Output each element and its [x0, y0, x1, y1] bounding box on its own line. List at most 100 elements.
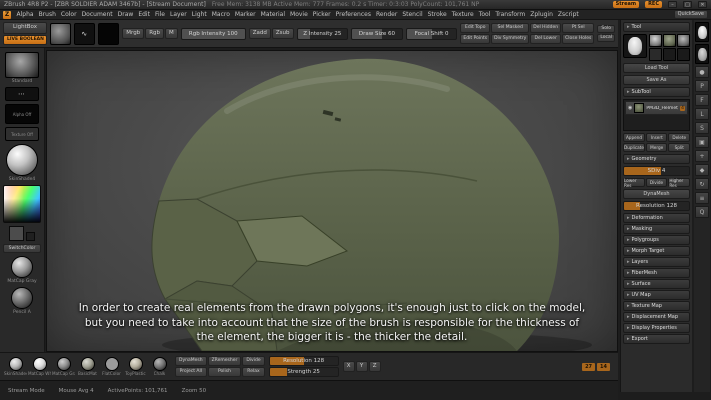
resolution-slider[interactable]: Resolution 128 [623, 201, 690, 211]
tool-palette-header[interactable]: Tool [623, 22, 690, 32]
geometry-button[interactable]: Divide [646, 178, 668, 187]
frame-icon[interactable]: ▣ [695, 136, 709, 148]
sdiv-slider[interactable]: SDiv 4 [623, 166, 690, 176]
collapsed-section-header[interactable]: Masking [623, 224, 690, 234]
paint-mode-button[interactable]: Rgb [145, 28, 164, 40]
geometry-shelf-button[interactable]: Edit Topo [460, 23, 490, 33]
move-doc-icon[interactable]: + [695, 150, 709, 162]
bottom-resolution-slider[interactable]: Resolution 128 [269, 356, 339, 366]
local-icon[interactable]: L [695, 108, 709, 120]
axis-toggle-button[interactable]: Z [369, 361, 381, 373]
recent-tool-thumbnail[interactable] [649, 34, 662, 47]
recent-tool-thumbnail[interactable] [663, 48, 676, 61]
menu-item[interactable]: Picker [310, 11, 333, 18]
switch-color-button[interactable]: SwitchColor [3, 244, 41, 253]
document-canvas[interactable]: In order to create real elements from th… [46, 50, 618, 352]
load-tool-button[interactable]: Load Tool [623, 63, 690, 73]
subtool-section-header[interactable]: SubTool [623, 87, 690, 97]
lsym-icon[interactable]: S [695, 122, 709, 134]
minimize-button[interactable]: – [668, 1, 677, 8]
primary-color-swatch[interactable] [9, 226, 24, 241]
color-picker[interactable] [3, 185, 41, 223]
geometry-shelf-button[interactable]: Edit Points [460, 34, 490, 44]
mesh-action-button[interactable]: Project All [175, 367, 207, 377]
close-button[interactable]: ✕ [698, 1, 707, 8]
tool-preview-thumbnail[interactable] [695, 22, 709, 42]
collapsed-section-header[interactable]: Export [623, 334, 690, 344]
collapsed-section-header[interactable]: Displacement Map [623, 312, 690, 322]
sculpt-mode-button[interactable]: Zsub [272, 28, 294, 40]
texture-picker-thumbnail[interactable]: Texture Off [5, 127, 39, 141]
visibility-eye-icon[interactable]: ◉ [628, 105, 632, 111]
mesh-action-button[interactable]: ZRemesher [208, 356, 242, 366]
view-toggle-button[interactable]: Local [597, 34, 615, 42]
recent-tool-thumbnail[interactable] [677, 48, 690, 61]
mesh-action-button[interactable]: Polish [208, 367, 242, 377]
subtool-action-button[interactable]: Append [623, 133, 645, 142]
dynamesh-button[interactable]: DynaMesh [623, 189, 690, 199]
menu-item[interactable]: Draw [115, 11, 136, 18]
brush-picker-thumbnail[interactable] [5, 52, 39, 78]
subtool-action-button[interactable]: Duplicate [623, 143, 645, 152]
view-toggle-button[interactable]: Solo [597, 25, 615, 33]
tool-preview-thumbnail[interactable] [695, 44, 709, 64]
current-brush-thumbnail[interactable] [50, 23, 71, 45]
geometry-shelf-button[interactable]: Pt Sel [562, 23, 594, 33]
scroll-doc-icon[interactable]: ≡ [695, 192, 709, 204]
subtool-action-button[interactable]: Split [668, 143, 690, 152]
material-quickpick[interactable]: MatCap White [28, 357, 51, 376]
geometry-section-header[interactable]: Geometry [623, 154, 690, 164]
menu-item[interactable]: Stencil [400, 11, 425, 18]
save-as-button[interactable]: Save As [623, 75, 690, 85]
draw-size-slider[interactable]: Draw Size 60 [351, 28, 403, 40]
bpr-render-icon[interactable]: ● [695, 66, 709, 78]
material-quickpick[interactable]: BasicMat [76, 357, 99, 376]
collapsed-section-header[interactable]: Deformation [623, 213, 690, 223]
menu-item[interactable]: Marker [232, 11, 258, 18]
geometry-shelf-button[interactable]: Del Lower [530, 34, 561, 44]
collapsed-section-header[interactable]: Layers [623, 257, 690, 267]
stroke-thumbnail[interactable]: ∿ [74, 23, 95, 45]
bottom-strength-slider[interactable]: Strength 25 [269, 367, 339, 377]
mesh-action-button[interactable]: Relax [242, 367, 264, 377]
menu-item[interactable]: Preferences [333, 11, 373, 18]
rgb-intensity-slider[interactable]: Rgb Intensity 100 [181, 28, 246, 40]
geometry-shelf-button[interactable]: Sel Masked [491, 23, 529, 33]
geometry-shelf-button[interactable]: Div Symmetry [491, 34, 529, 44]
menu-item[interactable]: Texture [449, 11, 476, 18]
menu-item[interactable]: Color [58, 11, 79, 18]
paint-mode-button[interactable]: Mrgb [122, 28, 144, 40]
menu-item[interactable]: Document [79, 11, 115, 18]
alpha-thumbnail[interactable] [98, 23, 119, 45]
zoom-doc-icon[interactable]: Q [695, 206, 709, 218]
geometry-shelf-button[interactable]: Close Holes [562, 34, 594, 44]
live-boolean-button[interactable]: LIVE BOOLEAN [3, 35, 47, 45]
z-intensity-slider[interactable]: Z Intensity 25 [297, 28, 349, 40]
menu-item[interactable]: Stroke [425, 11, 449, 18]
collapsed-section-header[interactable]: Surface [623, 279, 690, 289]
menu-item[interactable]: Tool [476, 11, 493, 18]
mesh-action-button[interactable]: Divide [242, 356, 264, 366]
recent-tool-thumbnail[interactable] [663, 34, 676, 47]
mesh-action-button[interactable]: DynaMesh [175, 356, 207, 366]
menu-item[interactable]: Transform [493, 11, 528, 18]
geometry-button[interactable]: Higher Res [668, 178, 690, 187]
menu-item[interactable]: Render [373, 11, 399, 18]
paint-mode-button[interactable]: M [165, 28, 178, 40]
alpha-picker-thumbnail[interactable]: Alpha Off [5, 104, 39, 124]
floor-icon[interactable]: F [695, 94, 709, 106]
material-quickpick[interactable]: Chalk [148, 357, 171, 376]
collapsed-section-header[interactable]: FiberMesh [623, 268, 690, 278]
material-sphere-thumbnail[interactable] [6, 144, 38, 176]
subtool-action-button[interactable]: Merge [646, 143, 668, 152]
collapsed-section-header[interactable]: Texture Map [623, 301, 690, 311]
collapsed-section-header[interactable]: Morph Target [623, 246, 690, 256]
quicksave-button[interactable]: QuickSave [674, 10, 708, 19]
axis-toggle-button[interactable]: X [343, 361, 355, 373]
sculpt-mode-button[interactable]: Zadd [249, 28, 271, 40]
menu-item[interactable]: Movie [288, 11, 311, 18]
menu-item[interactable]: Layer [168, 11, 190, 18]
menu-item[interactable]: Macro [209, 11, 232, 18]
menu-item[interactable]: Material [258, 11, 287, 18]
subtool-action-button[interactable]: Insert [646, 133, 668, 142]
